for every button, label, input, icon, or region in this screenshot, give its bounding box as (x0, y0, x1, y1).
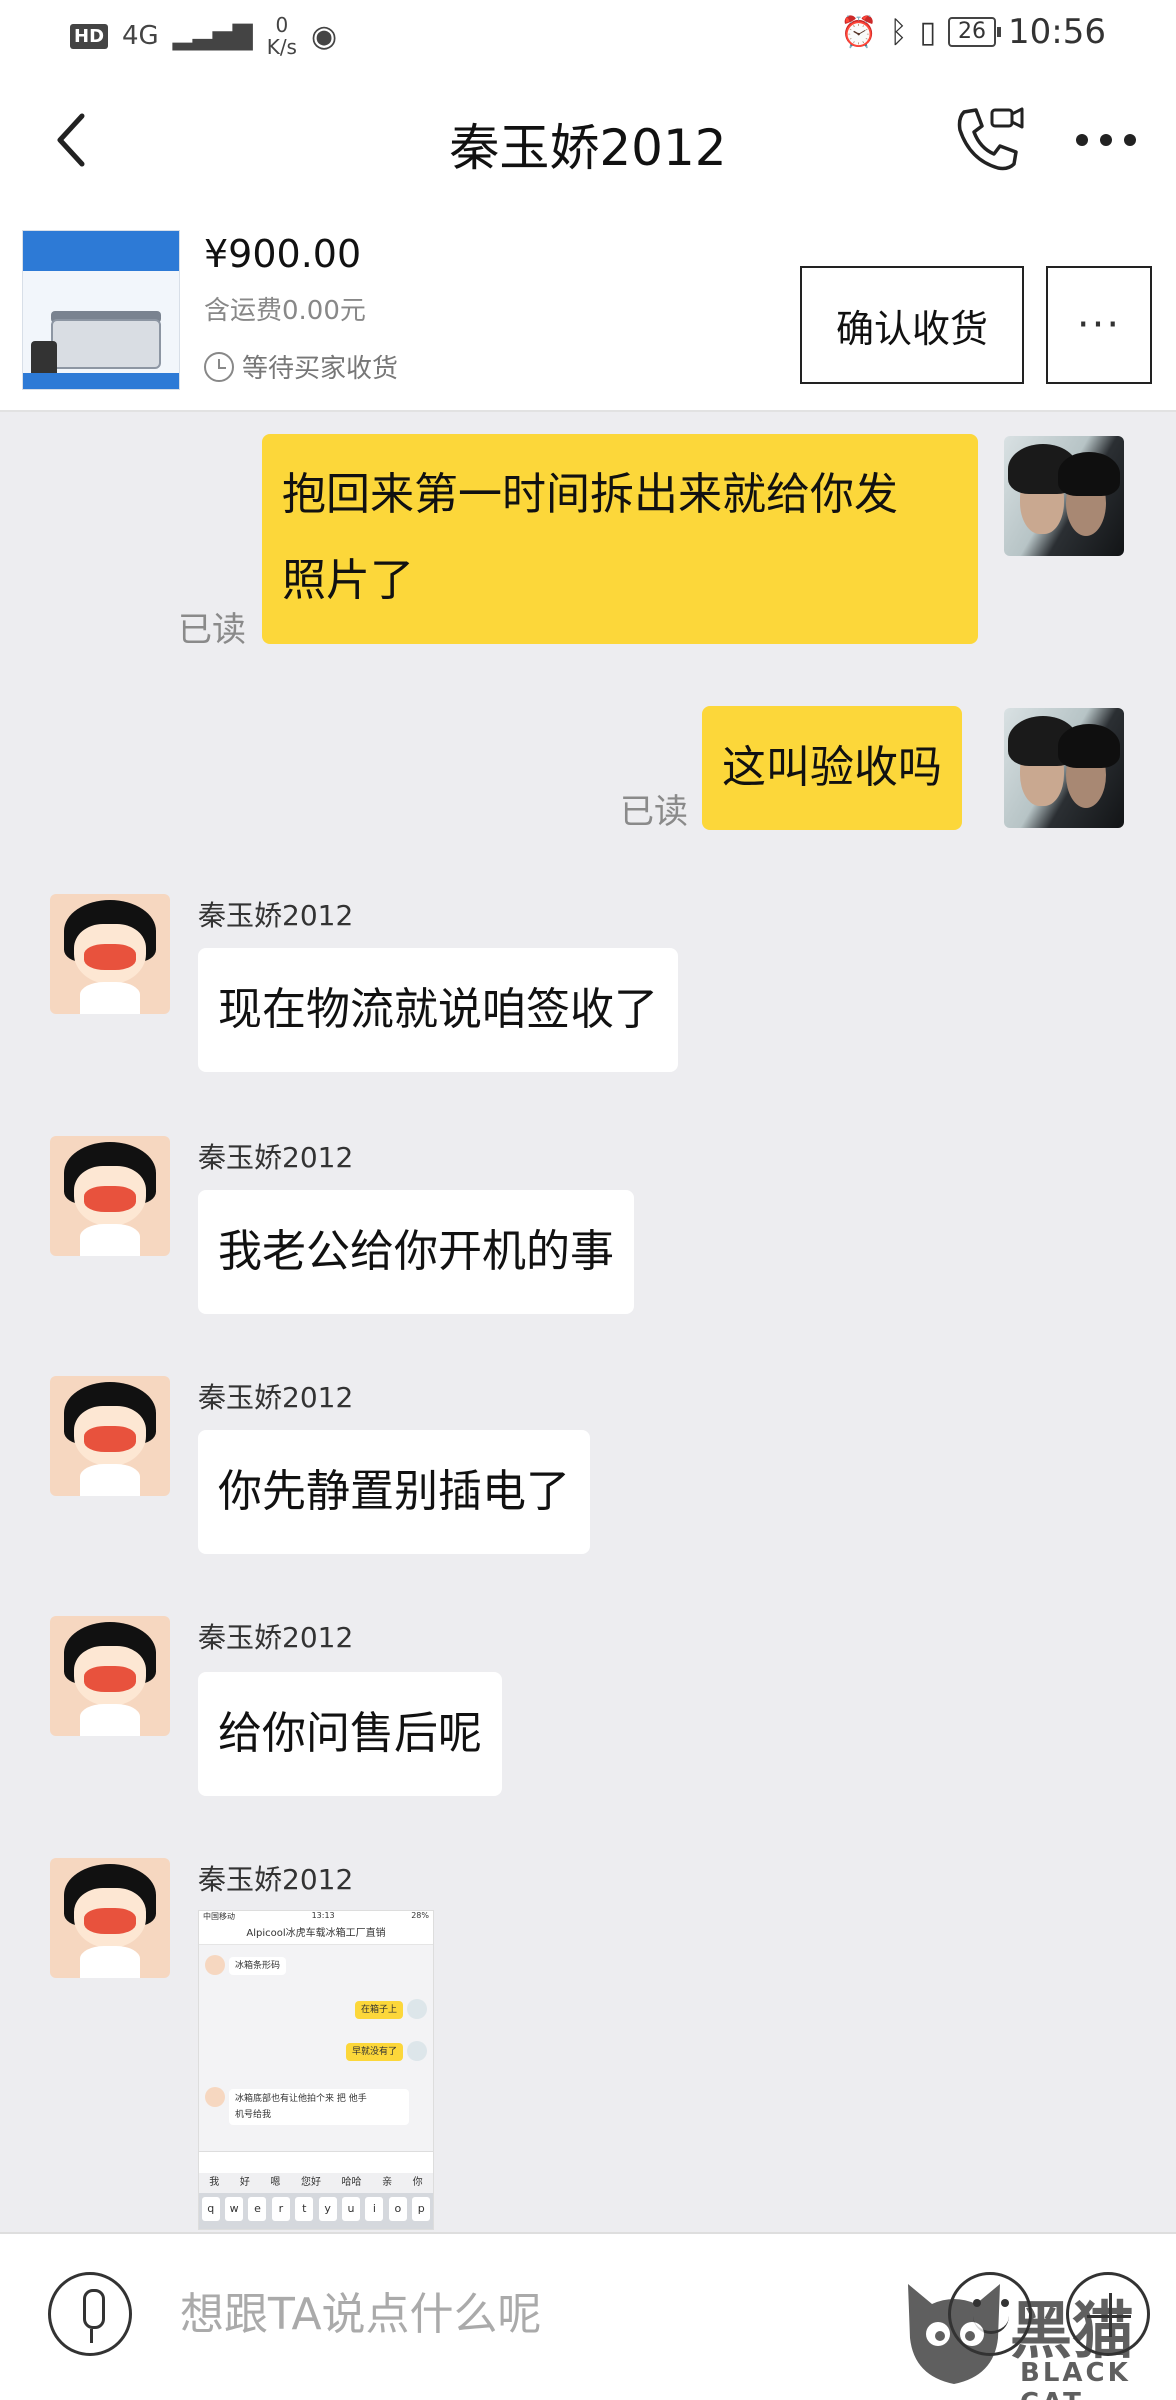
image-candidate: 哈哈 (341, 2177, 362, 2188)
vibrate-icon: ▯ (919, 14, 937, 50)
order-shipping: 含运费0.00元 (204, 296, 366, 326)
hd-badge: HD (70, 23, 109, 49)
phone-video-icon[interactable] (950, 102, 1026, 178)
image-key: p (412, 2197, 431, 2221)
order-card: ¥900.00 含运费0.00元 等待买家收货 确认收货 ··· (0, 208, 1176, 412)
message-bubble[interactable]: 这叫验收吗 (702, 706, 962, 830)
clock-icon (204, 351, 234, 382)
image-candidate-bar: 我 好 嗯 您好 哈哈 亲 你 (199, 2173, 433, 2193)
net-speed: 0 K/s (267, 14, 297, 58)
more-dots-icon[interactable] (1066, 108, 1146, 172)
status-left: HD 4G ▂▃▅▇ 0 K/s ◉ (70, 14, 337, 58)
image-message-text: 冰箱条形码 (229, 1957, 287, 1975)
order-more-button[interactable]: ··· (1046, 266, 1152, 384)
message-text: 现在物流就说咱签收了 (218, 984, 658, 1035)
message-bubble[interactable]: 给你问售后呢 (198, 1672, 502, 1796)
avatar[interactable] (50, 1136, 170, 1256)
message-text: 你先静置别插电了 (218, 1466, 570, 1517)
read-receipt: 已读 (620, 792, 688, 832)
sender-name: 秦玉娇2012 (198, 1381, 354, 1414)
message-text: 抱回来第一时间拆出来就给你发 (282, 469, 898, 520)
image-message[interactable]: 中国移动 13:13 28% Alpicool冰虎车载冰箱工厂直销 冰箱条形码 … (198, 1910, 434, 2230)
image-candidate: 嗯 (270, 2177, 281, 2188)
signal-icon: ▂▃▅▇ (172, 21, 253, 51)
chat-header: 秦玉娇2012 (0, 72, 1176, 208)
image-key: y (318, 2197, 337, 2221)
image-key: e (248, 2197, 267, 2221)
image-title: Alpicool冰虎车载冰箱工厂直销 (199, 1923, 433, 1945)
image-key: t (295, 2197, 314, 2221)
image-input-bar (199, 2151, 433, 2173)
message-text: 照片了 (282, 555, 414, 606)
image-message-text: 在箱子上 (354, 2001, 403, 2019)
message-input[interactable] (180, 2278, 880, 2350)
avatar[interactable] (1004, 436, 1124, 556)
image-key: u (342, 2197, 361, 2221)
image-avatar (205, 2087, 225, 2107)
network-type: 4G (122, 21, 159, 51)
message-text: 给你问售后呢 (218, 1708, 482, 1759)
image-avatar (407, 2041, 427, 2061)
image-keyboard: q w e r t y u i o p (199, 2193, 433, 2229)
avatar[interactable] (50, 1376, 170, 1496)
order-status-text: 等待买家收货 (242, 354, 399, 384)
image-message-text: 早就没有了 (345, 2043, 403, 2061)
image-message-line: 冰箱底部也有让他拍个来 把 他手 (235, 2094, 367, 2104)
sender-name: 秦玉娇2012 (198, 1621, 354, 1654)
message-bubble[interactable]: 我老公给你开机的事 (198, 1190, 634, 1314)
net-speed-value: 0 (275, 13, 289, 37)
message-bubble[interactable]: 你先静置别插电了 (198, 1430, 590, 1554)
avatar[interactable] (1004, 708, 1124, 828)
message-bubble[interactable]: 现在物流就说咱签收了 (198, 948, 678, 1072)
image-candidate: 亲 (382, 2177, 393, 2188)
confirm-receipt-button[interactable]: 确认收货 (800, 266, 1024, 384)
message-text: 这叫验收吗 (722, 742, 942, 793)
net-speed-unit: K/s (266, 35, 297, 59)
image-battery: 28% (411, 1911, 429, 1920)
image-key: o (388, 2197, 407, 2221)
watermark: 黑猫 BLACK CAT (900, 2270, 1176, 2400)
sender-name: 秦玉娇2012 (198, 1863, 354, 1896)
image-candidate: 您好 (300, 2177, 321, 2188)
bluetooth-icon: ᛒ (889, 14, 908, 50)
clock-time: 10:56 (1008, 12, 1106, 52)
avatar[interactable] (50, 1858, 170, 1978)
sender-name: 秦玉娇2012 (198, 899, 354, 932)
avatar[interactable] (50, 894, 170, 1014)
image-message-text: 冰箱底部也有让他拍个来 把 他手 机号给我 (229, 2089, 409, 2125)
image-carrier: 中国移动 (203, 1912, 235, 1921)
image-status-bar: 中国移动 13:13 28% (199, 1911, 433, 1923)
read-receipt: 已读 (178, 610, 246, 650)
watermark-text: 黑猫 (1010, 2294, 1135, 2367)
product-thumbnail[interactable] (22, 230, 180, 390)
image-candidate: 你 (412, 2177, 423, 2188)
message-text: 我老公给你开机的事 (218, 1226, 614, 1277)
avatar[interactable] (50, 1616, 170, 1736)
image-key: w (225, 2197, 244, 2221)
eye-icon: ◉ (310, 18, 338, 54)
image-time: 13:13 (311, 1911, 335, 1920)
alarm-icon: ⏰ (840, 14, 878, 50)
image-candidate: 我 (209, 2177, 220, 2188)
image-candidate: 好 (239, 2177, 250, 2188)
sender-name: 秦玉娇2012 (198, 1141, 354, 1174)
image-key: q (201, 2197, 220, 2221)
microphone-icon[interactable] (48, 2272, 132, 2356)
order-status: 等待买家收货 (204, 348, 398, 385)
image-key: i (365, 2197, 384, 2221)
image-message-line: 机号给我 (235, 2110, 272, 2120)
image-avatar (407, 1999, 427, 2019)
status-right: ⏰ ᛒ ▯ 26 10:56 (840, 12, 1106, 52)
status-bar: HD 4G ▂▃▅▇ 0 K/s ◉ ⏰ ᛒ ▯ 26 10:56 (0, 0, 1176, 72)
watermark-subtext: BLACK CAT (1020, 2358, 1131, 2400)
message-bubble[interactable]: 抱回来第一时间拆出来就给你发 照片了 (262, 434, 978, 644)
image-avatar (205, 1955, 225, 1975)
order-price: ¥900.00 (204, 232, 362, 276)
battery-icon: 26 (948, 17, 1002, 47)
image-key: r (271, 2197, 290, 2221)
black-cat-logo-icon (908, 2284, 1000, 2384)
